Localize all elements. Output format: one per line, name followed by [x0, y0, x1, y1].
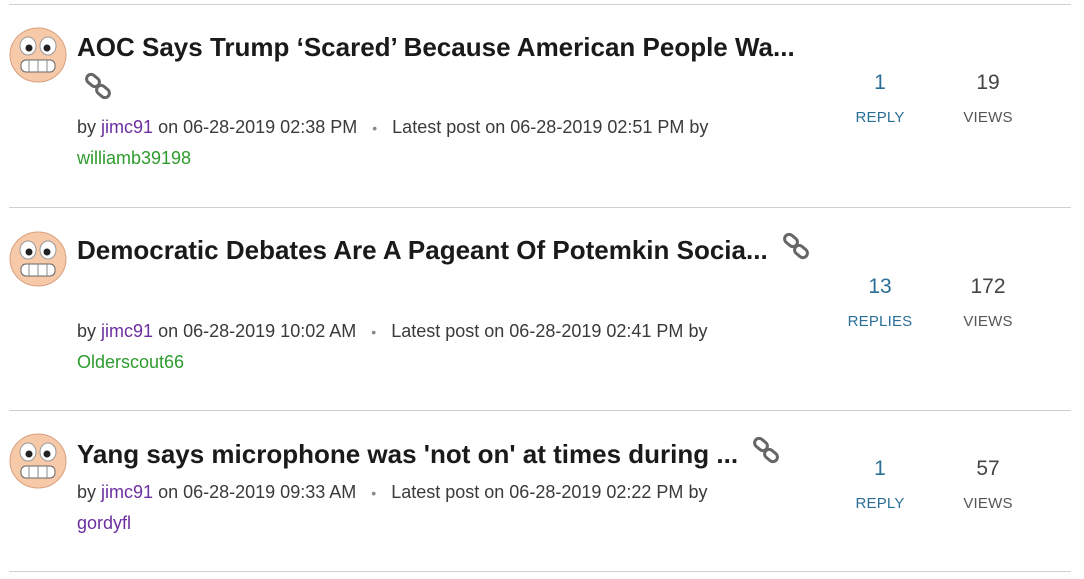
views-label: VIEWS	[963, 109, 1013, 126]
replies-label: REPLY	[855, 109, 905, 126]
replies-stat: 13 REPLIES	[830, 274, 930, 332]
views-stat: 172 VIEWS	[938, 274, 1038, 332]
views-label: VIEWS	[963, 313, 1013, 330]
views-stat: 57 VIEWS	[938, 456, 1038, 514]
separator-dot: •	[371, 485, 377, 501]
grinning-face-icon	[9, 27, 67, 83]
divider-bottom	[9, 571, 1071, 572]
thread-meta: by jimc91 on 06-28-2019 10:02 AM • Lates…	[77, 316, 797, 377]
latest-date: 06-28-2019 02:51 PM	[510, 117, 685, 137]
author-link[interactable]: jimc91	[101, 482, 153, 502]
thread-meta: by jimc91 on 06-28-2019 09:33 AM • Lates…	[77, 477, 797, 538]
latest-date: 06-28-2019 02:22 PM	[509, 482, 684, 502]
thread-meta: by jimc91 on 06-28-2019 02:38 PM • Lates…	[77, 112, 797, 173]
avatar[interactable]	[9, 231, 67, 287]
latest-user-link[interactable]: Olderscout66	[77, 352, 184, 372]
on-label: on	[158, 482, 179, 502]
latest-user-link[interactable]: williamb39198	[77, 148, 191, 168]
replies-label: REPLIES	[847, 313, 913, 330]
replies-count: 1	[874, 457, 886, 480]
latest-by-label: by	[688, 321, 708, 341]
divider	[9, 207, 1071, 208]
replies-stat: 1 REPLY	[830, 70, 930, 128]
chain-link-icon[interactable]	[751, 435, 781, 478]
author-link[interactable]: jimc91	[101, 117, 153, 137]
latest-label: Latest post on	[391, 482, 505, 502]
divider	[9, 410, 1071, 411]
by-label: by	[77, 321, 97, 341]
on-label: on	[158, 117, 179, 137]
views-count: 57	[976, 457, 1000, 480]
chain-link-icon[interactable]	[83, 71, 113, 114]
replies-count: 13	[868, 275, 892, 298]
author-link[interactable]: jimc91	[101, 321, 153, 341]
divider-top	[9, 4, 1071, 5]
posted-date: 06-28-2019 02:38 PM	[183, 117, 358, 137]
chain-link-icon[interactable]	[781, 231, 811, 274]
thread-title[interactable]: AOC Says Trump ‘Scared’ Because American…	[77, 26, 817, 114]
grinning-face-icon	[9, 433, 67, 489]
latest-label: Latest post on	[392, 117, 506, 137]
thread-title[interactable]: Yang says microphone was 'not on' at tim…	[77, 433, 837, 478]
thread-title-text[interactable]: Yang says microphone was 'not on' at tim…	[77, 439, 738, 469]
grinning-face-icon	[9, 231, 67, 287]
avatar[interactable]	[9, 433, 67, 489]
replies-label: REPLY	[855, 495, 905, 512]
views-label: VIEWS	[963, 495, 1013, 512]
views-count: 19	[976, 71, 1000, 94]
latest-by-label: by	[688, 482, 708, 502]
avatar[interactable]	[9, 27, 67, 83]
latest-label: Latest post on	[391, 321, 505, 341]
views-stat: 19 VIEWS	[938, 70, 1038, 128]
replies-count: 1	[874, 71, 886, 94]
latest-user-link[interactable]: gordyfl	[77, 513, 131, 533]
by-label: by	[77, 117, 97, 137]
on-label: on	[158, 321, 179, 341]
replies-stat: 1 REPLY	[830, 456, 930, 514]
by-label: by	[77, 482, 97, 502]
thread-title-text[interactable]: Democratic Debates Are A Pageant Of Pote…	[77, 235, 768, 265]
separator-dot: •	[372, 120, 378, 136]
views-count: 172	[970, 275, 1006, 298]
latest-date: 06-28-2019 02:41 PM	[509, 321, 684, 341]
thread-title[interactable]: Democratic Debates Are A Pageant Of Pote…	[77, 229, 817, 274]
latest-by-label: by	[689, 117, 709, 137]
posted-date: 06-28-2019 10:02 AM	[183, 321, 357, 341]
posted-date: 06-28-2019 09:33 AM	[183, 482, 357, 502]
separator-dot: •	[371, 324, 377, 340]
thread-title-text[interactable]: AOC Says Trump ‘Scared’ Because American…	[77, 32, 795, 62]
